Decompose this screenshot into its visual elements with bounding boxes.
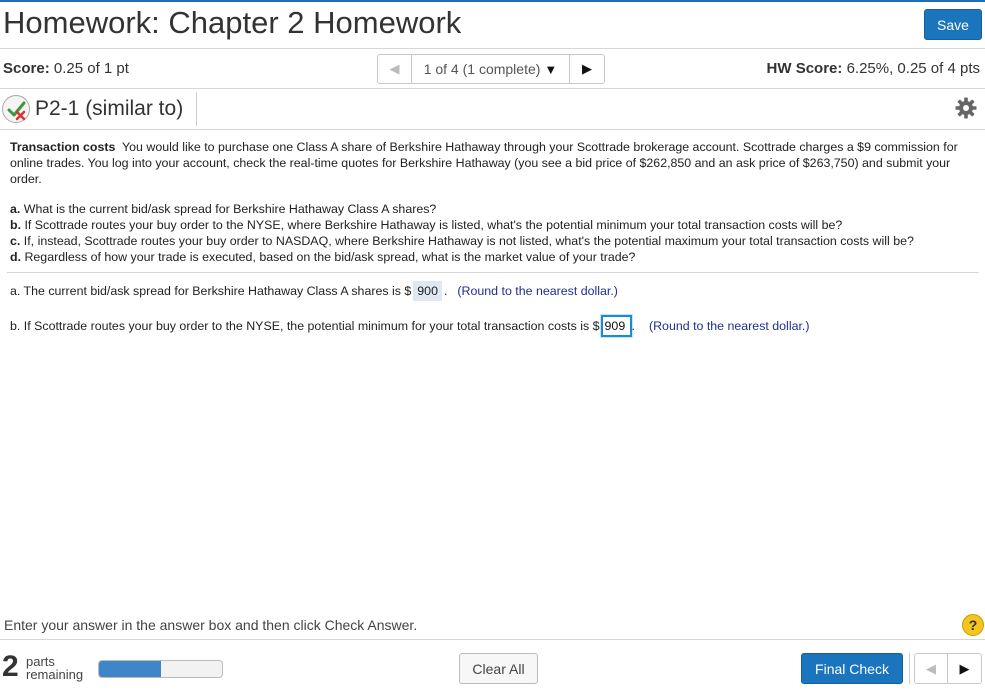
next-question-button[interactable]: ▶ (570, 55, 604, 83)
answer-b-input[interactable] (599, 314, 633, 338)
list-item: a. What is the current bid/ask spread fo… (10, 201, 970, 217)
intro-text: You would like to purchase one Class A s… (10, 140, 958, 186)
footer-question-nav: ◀ ▶ (914, 653, 982, 684)
parts-remaining-label: parts remaining (26, 655, 83, 681)
instructions: Enter your answer in the answer box and … (4, 617, 418, 633)
question-position: 1 of 4 (1 complete) (423, 61, 541, 77)
final-check-button[interactable]: Final Check (801, 653, 903, 684)
question-body: Transaction costs You would like to purc… (10, 139, 970, 265)
part-letter: d. (10, 250, 22, 264)
part-text: What is the current bid/ask spread for B… (23, 202, 437, 216)
list-item: b. If Scottrade routes your buy order to… (10, 217, 970, 233)
progress-fill (99, 661, 161, 677)
answer-a-hint: (Round to the nearest dollar.) (457, 284, 618, 298)
footer: 2 parts remaining Clear All Final Check … (0, 640, 985, 695)
question-header: P2-1 (similar to) (0, 89, 985, 129)
page-title: Homework: Chapter 2 Homework (3, 5, 462, 40)
list-item: c. If, instead, Scottrade routes your bu… (10, 233, 970, 249)
score-value: 0.25 of 1 pt (53, 60, 129, 77)
answer-a-prompt: a. The current bid/ask spread for Berksh… (10, 284, 412, 298)
part-text: If Scottrade routes your buy order to th… (24, 218, 843, 232)
help-icon[interactable]: ? (962, 614, 984, 636)
partial-credit-icon (2, 95, 30, 123)
parts-label-line2: remaining (26, 667, 84, 682)
hw-score-label: HW Score: (766, 60, 843, 77)
divider (7, 272, 979, 273)
score-bar: Score: 0.25 of 1 pt ◀ 1 of 4 (1 complete… (0, 49, 985, 88)
hw-score-value: 6.25%, 0.25 of 4 pts (846, 60, 980, 77)
page-header: Homework: Chapter 2 Homework Save (0, 2, 985, 48)
triangle-right-icon: ▶ (959, 660, 970, 676)
answer-a-period: . (443, 284, 448, 298)
question-parts: a. What is the current bid/ask spread fo… (10, 201, 970, 265)
question-intro: Transaction costs You would like to purc… (10, 139, 970, 187)
previous-question-button[interactable]: ◀ (378, 55, 412, 83)
question-title: P2-1 (similar to) (35, 97, 184, 120)
divider (196, 92, 197, 126)
part-text: If, instead, Scottrade routes your buy o… (23, 234, 914, 248)
list-item: d. Regardless of how your trade is execu… (10, 249, 970, 265)
part-letter: b. (10, 218, 22, 232)
previous-question-button[interactable]: ◀ (915, 654, 948, 683)
intro-heading: Transaction costs (10, 140, 116, 154)
divider (0, 129, 985, 130)
part-text: Regardless of how your trade is executed… (24, 250, 636, 264)
caret-down-icon: ▼ (544, 61, 558, 77)
divider (909, 653, 910, 684)
triangle-left-icon: ◀ (389, 61, 400, 76)
clear-all-button[interactable]: Clear All (459, 653, 538, 684)
answer-b-period: . (631, 319, 635, 333)
answer-b: b. If Scottrade routes your buy order to… (10, 314, 810, 338)
answer-a-value: 900 (413, 281, 442, 301)
hw-score: HW Score: 6.25%, 0.25 of 4 pts (767, 60, 980, 77)
save-button[interactable]: Save (924, 9, 982, 40)
answer-a: a. The current bid/ask spread for Berksh… (10, 281, 618, 301)
answer-b-prompt: b. If Scottrade routes your buy order to… (10, 319, 600, 333)
part-letter: c. (10, 234, 21, 248)
question-navigator: ◀ 1 of 4 (1 complete) ▼ ▶ (377, 54, 605, 84)
question-dropdown[interactable]: 1 of 4 (1 complete) ▼ (412, 55, 570, 83)
parts-remaining-count: 2 (2, 650, 19, 683)
triangle-right-icon: ▶ (582, 61, 592, 76)
part-letter: a. (10, 202, 21, 216)
triangle-left-icon: ◀ (926, 660, 936, 676)
gear-icon[interactable] (954, 96, 978, 120)
next-question-button[interactable]: ▶ (948, 654, 981, 683)
question-score: Score: 0.25 of 1 pt (3, 60, 129, 77)
answer-b-hint: (Round to the nearest dollar.) (648, 319, 810, 333)
parts-progress-bar (98, 660, 223, 678)
score-label: Score: (3, 60, 50, 77)
